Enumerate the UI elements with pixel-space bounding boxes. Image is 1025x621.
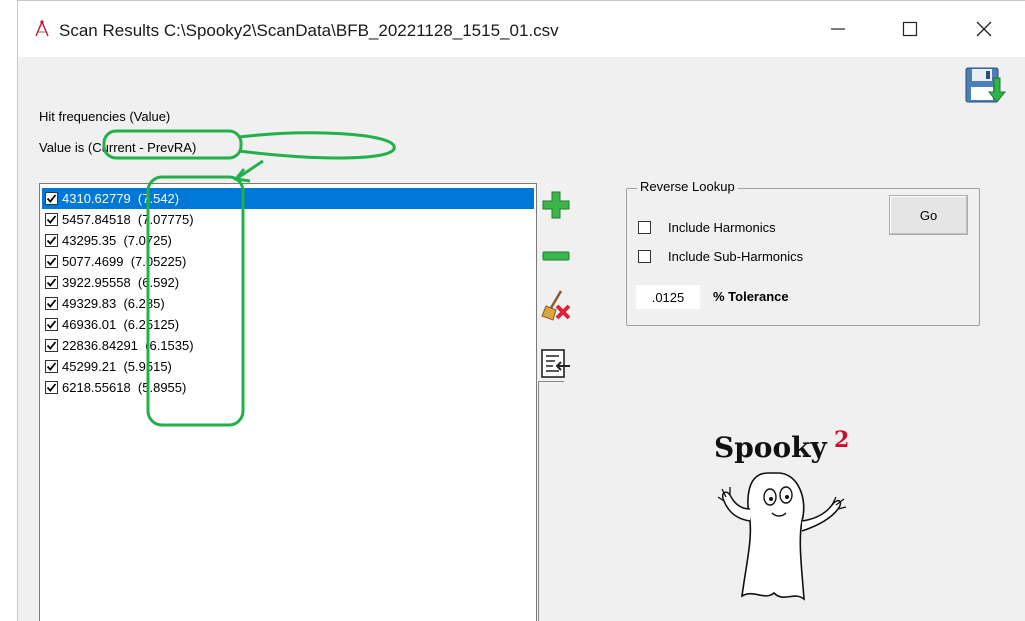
item-checkbox[interactable] bbox=[45, 360, 58, 373]
hit-frequency-list[interactable]: 4310.62779 (7.542) 5457.84518 (7.07775) … bbox=[39, 183, 537, 621]
checkmark-icon bbox=[46, 194, 57, 203]
list-item[interactable]: 3922.95558 (6.592) bbox=[42, 272, 534, 293]
item-frequency: 49329.83 bbox=[62, 296, 117, 311]
item-checkbox[interactable] bbox=[45, 213, 58, 226]
checkmark-icon bbox=[46, 299, 57, 308]
spooky2-logo: Spooky 2 bbox=[706, 421, 866, 611]
list-item[interactable]: 5077.4699 (7.05225) bbox=[42, 251, 534, 272]
item-frequency: 5457.84518 bbox=[62, 212, 131, 227]
checkmark-icon bbox=[46, 257, 57, 266]
title-bar[interactable]: Scan Results C:\Spooky2\ScanData\BFB_202… bbox=[18, 1, 1025, 57]
checkmark-icon bbox=[46, 278, 57, 287]
app-icon bbox=[35, 20, 49, 37]
plus-icon bbox=[542, 191, 570, 219]
item-frequency: 22836.84291 bbox=[62, 338, 138, 353]
close-icon bbox=[976, 21, 992, 37]
item-checkbox[interactable] bbox=[45, 192, 58, 205]
list-item[interactable]: 45299.21 (5.9515) bbox=[42, 356, 534, 377]
list-item[interactable]: 6218.55618 (5.8955) bbox=[42, 377, 534, 398]
transfer-button[interactable] bbox=[539, 347, 573, 381]
list-item[interactable]: 5457.84518 (7.07775) bbox=[42, 209, 534, 230]
item-checkbox[interactable] bbox=[45, 339, 58, 352]
include-harmonics-label: Include Harmonics bbox=[668, 220, 776, 235]
list-item[interactable]: 46936.01 (6.25125) bbox=[42, 314, 534, 335]
scan-results-window: Scan Results C:\Spooky2\ScanData\BFB_202… bbox=[17, 0, 1025, 621]
maximize-button[interactable] bbox=[876, 1, 944, 57]
include-sub-harmonics-option[interactable]: Include Sub-Harmonics bbox=[638, 249, 803, 264]
item-frequency: 5077.4699 bbox=[62, 254, 124, 269]
checkmark-icon bbox=[46, 320, 57, 329]
broom-icon bbox=[541, 290, 571, 321]
save-icon bbox=[965, 67, 1007, 103]
list-item[interactable]: 4310.62779 (7.542) bbox=[42, 188, 534, 209]
item-value: (6.592) bbox=[137, 275, 180, 290]
item-value: (7.05225) bbox=[130, 254, 187, 269]
save-button[interactable] bbox=[964, 66, 1007, 106]
list-item[interactable]: 43295.35 (7.0725) bbox=[42, 230, 534, 251]
item-value: (7.07775) bbox=[137, 212, 194, 227]
value-mode: (Current - PrevRA) bbox=[87, 140, 197, 155]
clear-list-button[interactable] bbox=[539, 288, 573, 322]
go-button[interactable]: Go bbox=[889, 195, 968, 235]
list-item[interactable]: 49329.83 (6.285) bbox=[42, 293, 534, 314]
item-frequency: 4310.62779 bbox=[62, 191, 131, 206]
list-item[interactable]: 22836.84291 (6.1535) bbox=[42, 335, 534, 356]
close-button[interactable] bbox=[950, 1, 1018, 57]
item-value: (6.25125) bbox=[123, 317, 180, 332]
item-value: (6.1535) bbox=[145, 338, 194, 353]
item-frequency: 3922.95558 bbox=[62, 275, 131, 290]
remove-frequency-button[interactable] bbox=[539, 239, 573, 273]
item-frequency: 46936.01 bbox=[62, 317, 117, 332]
checkmark-icon bbox=[46, 362, 57, 371]
include-harmonics-checkbox[interactable] bbox=[638, 221, 651, 234]
tolerance-input[interactable] bbox=[636, 285, 700, 309]
tool-strip-divider bbox=[538, 381, 564, 621]
item-checkbox[interactable] bbox=[45, 318, 58, 331]
include-sub-harmonics-label: Include Sub-Harmonics bbox=[668, 249, 804, 264]
value-prefix: Value is bbox=[39, 140, 85, 155]
item-checkbox[interactable] bbox=[45, 255, 58, 268]
reverse-lookup-title: Reverse Lookup bbox=[637, 179, 738, 194]
item-checkbox[interactable] bbox=[45, 381, 58, 394]
value-mode-label: Value is (Current - PrevRA) bbox=[39, 140, 196, 155]
item-checkbox[interactable] bbox=[45, 234, 58, 247]
add-frequency-button[interactable] bbox=[539, 188, 573, 222]
checkmark-icon bbox=[46, 341, 57, 350]
item-value: (5.9515) bbox=[123, 359, 172, 374]
checkmark-icon bbox=[46, 383, 57, 392]
item-value: (6.285) bbox=[123, 296, 165, 311]
item-frequency: 43295.35 bbox=[62, 233, 117, 248]
hit-frequencies-label: Hit frequencies (Value) bbox=[39, 109, 171, 124]
item-value: (7.0725) bbox=[123, 233, 172, 248]
window-title: Scan Results C:\Spooky2\ScanData\BFB_202… bbox=[59, 21, 559, 40]
minimize-icon bbox=[831, 28, 845, 30]
include-harmonics-option[interactable]: Include Harmonics bbox=[638, 220, 776, 235]
item-checkbox[interactable] bbox=[45, 297, 58, 310]
minus-icon bbox=[542, 251, 570, 261]
svg-text:2: 2 bbox=[834, 427, 849, 453]
item-value: (5.8955) bbox=[137, 380, 187, 395]
item-frequency: 45299.21 bbox=[62, 359, 117, 374]
item-frequency: 6218.55618 bbox=[62, 380, 131, 395]
checkmark-icon bbox=[46, 236, 57, 245]
item-checkbox[interactable] bbox=[45, 276, 58, 289]
maximize-icon bbox=[902, 21, 918, 37]
checkmark-icon bbox=[46, 215, 57, 224]
tolerance-label: % Tolerance bbox=[713, 289, 789, 304]
include-sub-harmonics-checkbox[interactable] bbox=[638, 250, 651, 263]
svg-text:Spooky: Spooky bbox=[714, 431, 828, 464]
transfer-icon bbox=[541, 349, 570, 378]
minimize-button[interactable] bbox=[804, 1, 872, 57]
item-value: (7.542) bbox=[137, 191, 180, 206]
